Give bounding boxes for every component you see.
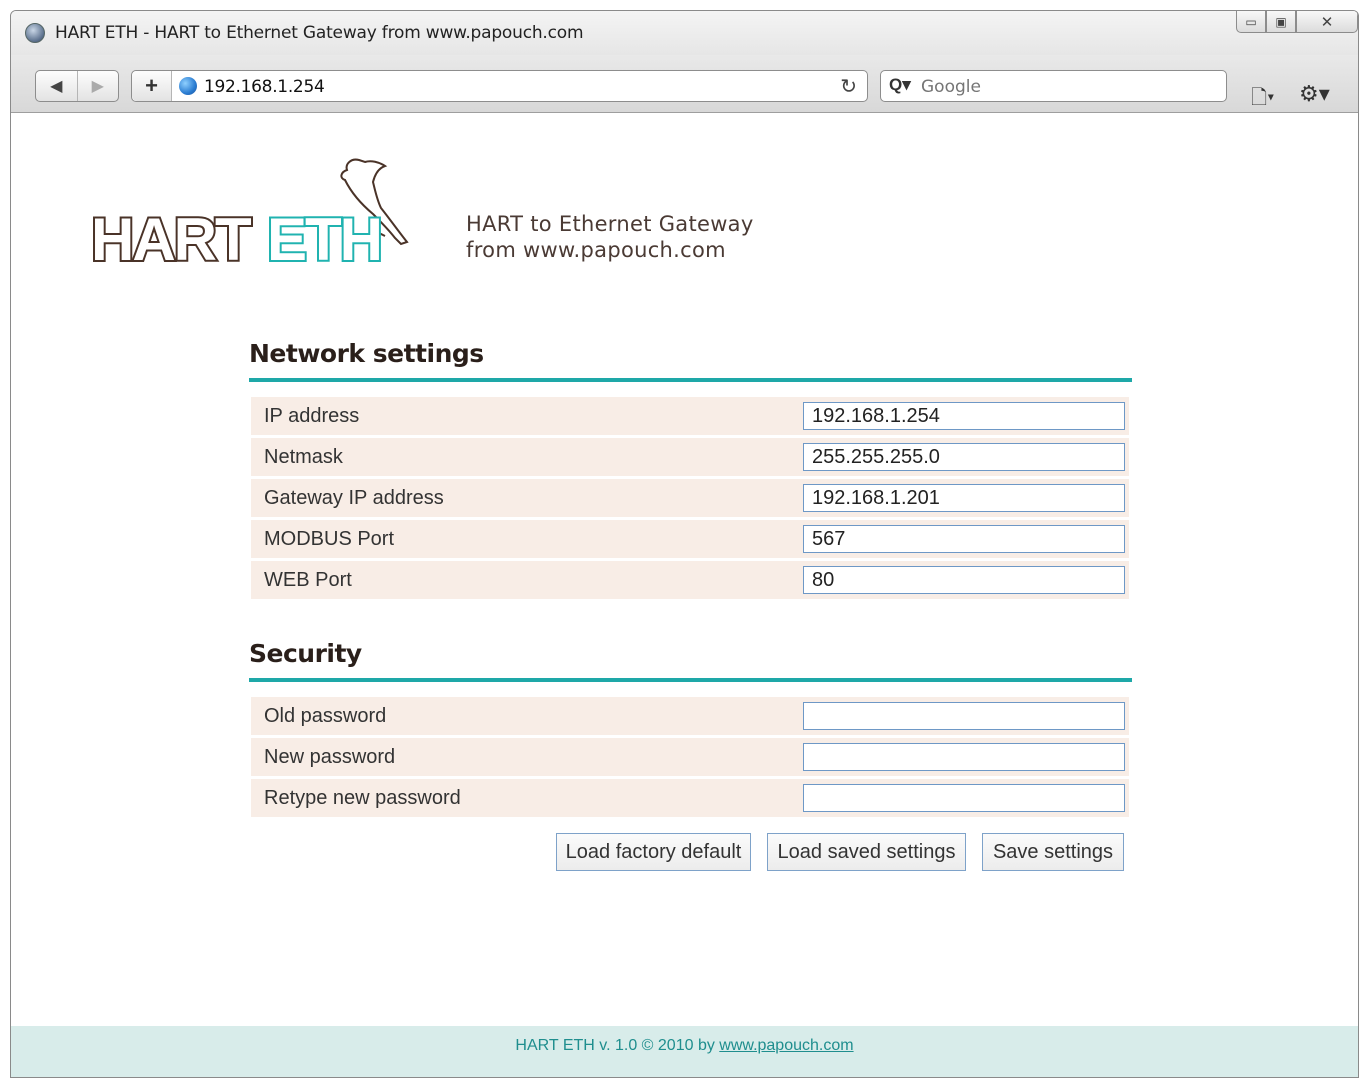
forward-button[interactable]: ▶ <box>76 71 119 101</box>
new-password-input[interactable] <box>803 743 1125 771</box>
reload-icon[interactable]: ↻ <box>840 74 857 99</box>
footer-text: HART ETH v. 1.0 © 2010 by <box>515 1037 720 1054</box>
security-table: Old password New password Retype new pas… <box>251 697 1129 820</box>
maximize-button[interactable]: ▣ <box>1266 11 1296 33</box>
page-menu-icon[interactable]: 🗋▾ <box>1251 83 1274 117</box>
table-row: New password <box>251 738 1129 776</box>
table-row: Gateway IP address <box>251 479 1129 517</box>
gateway-ip-input[interactable] <box>803 484 1125 512</box>
old-password-label: Old password <box>264 705 387 727</box>
table-row: WEB Port <box>251 561 1129 599</box>
minimize-button[interactable]: ▭ <box>1236 11 1266 33</box>
modbus-port-label: MODBUS Port <box>264 528 395 550</box>
title-bar: HART ETH - HART to Ethernet Gateway from… <box>11 11 1358 55</box>
ip-address-input[interactable] <box>803 402 1125 430</box>
page-viewport: HART ETH HART to Ethernet Gateway from w… <box>11 114 1358 1077</box>
window-title: HART ETH - HART to Ethernet Gateway from… <box>55 23 584 43</box>
logo-word-eth: ETH <box>267 206 381 272</box>
tagline: HART to Ethernet Gateway from www.papouc… <box>466 211 754 263</box>
retype-password-label: Retype new password <box>264 787 461 809</box>
network-settings-rule <box>249 378 1132 382</box>
hart-eth-logo: HART ETH <box>89 158 409 272</box>
tagline-line-1: HART to Ethernet Gateway <box>466 212 754 236</box>
back-button[interactable]: ◀ <box>36 71 77 101</box>
search-box[interactable]: Q▾ <box>880 70 1227 102</box>
web-port-input[interactable] <box>803 566 1125 594</box>
network-settings-table: IP address Netmask Gateway IP address MO… <box>251 397 1129 602</box>
footer-link[interactable]: www.papouch.com <box>719 1037 853 1054</box>
netmask-input[interactable] <box>803 443 1125 471</box>
table-row: IP address <box>251 397 1129 435</box>
window-controls: ▭ ▣ ✕ <box>1236 11 1358 33</box>
load-factory-default-button[interactable]: Load factory default <box>556 833 751 871</box>
close-button[interactable]: ✕ <box>1296 11 1358 33</box>
address-text[interactable]: 192.168.1.254 <box>204 77 325 97</box>
address-bar[interactable]: + 192.168.1.254 ↻ <box>131 70 868 102</box>
search-input[interactable] <box>921 76 1216 98</box>
logo-word-hart: HART <box>91 206 251 272</box>
globe-icon <box>179 77 197 95</box>
new-password-label: New password <box>264 746 396 768</box>
gear-icon[interactable]: ⚙▾ <box>1299 81 1330 107</box>
save-settings-button[interactable]: Save settings <box>982 833 1124 871</box>
ip-address-label: IP address <box>264 405 360 427</box>
add-bookmark-button[interactable]: + <box>132 71 172 101</box>
table-row: Netmask <box>251 438 1129 476</box>
page-footer: HART ETH v. 1.0 © 2010 by www.papouch.co… <box>11 1026 1358 1077</box>
form-actions: Load factory default Load saved settings… <box>11 833 1358 873</box>
network-settings-title: Network settings <box>249 339 484 368</box>
security-title: Security <box>249 639 362 668</box>
table-row: MODBUS Port <box>251 520 1129 558</box>
gateway-ip-label: Gateway IP address <box>264 487 444 509</box>
security-rule <box>249 678 1132 682</box>
old-password-input[interactable] <box>803 702 1125 730</box>
table-row: Retype new password <box>251 779 1129 817</box>
tagline-line-2: from www.papouch.com <box>466 238 726 262</box>
search-icon[interactable]: Q▾ <box>889 75 911 95</box>
table-row: Old password <box>251 697 1129 735</box>
browser-toolbar: ◀ ▶ + 192.168.1.254 ↻ Q▾ 🗋▾ ⚙▾ <box>11 55 1358 113</box>
browser-window: HART ETH - HART to Ethernet Gateway from… <box>10 10 1359 1078</box>
browser-app-icon <box>25 23 45 43</box>
modbus-port-input[interactable] <box>803 525 1125 553</box>
load-saved-settings-button[interactable]: Load saved settings <box>767 833 966 871</box>
nav-buttons: ◀ ▶ <box>35 70 119 102</box>
retype-password-input[interactable] <box>803 784 1125 812</box>
netmask-label: Netmask <box>264 446 343 468</box>
web-port-label: WEB Port <box>264 569 352 591</box>
